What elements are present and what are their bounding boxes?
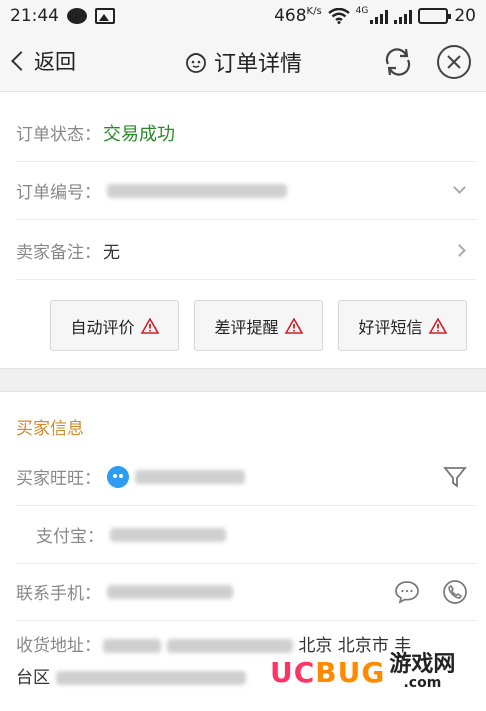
clock: 21:44 [10, 6, 59, 26]
alipay-row: 支付宝： [16, 506, 476, 564]
order-actions: 自动评价 差评提醒 好评短信 [50, 300, 467, 351]
page-title-text: 订单详情 [213, 52, 302, 77]
order-status-value: 交易成功 [103, 123, 175, 145]
site-watermark: UCBUG 游戏网 .com [270, 652, 456, 691]
phone-row: 联系手机： [16, 563, 476, 621]
filter-icon[interactable] [442, 464, 468, 490]
watermark-text: 游戏网 [389, 652, 456, 677]
address-label: 收货地址： [16, 636, 101, 656]
order-number-label: 订单编号： [16, 183, 101, 203]
buyer-section-title: 买家信息 [16, 419, 84, 439]
watermark-domain: .com [403, 675, 442, 691]
status-bar: 21:44 468K/s 4G 20 [0, 0, 486, 32]
order-number-row[interactable]: 订单编号： [16, 162, 476, 220]
address-phone-redacted [167, 639, 293, 653]
buyer-wangwang-redacted [135, 469, 245, 484]
good-review-sms-button[interactable]: 好评短信 [338, 300, 467, 351]
order-status-label: 订单状态： [16, 125, 101, 145]
wifi-icon [327, 8, 350, 24]
seller-note-value: 无 [103, 243, 120, 263]
battery-icon [418, 8, 452, 24]
order-status-row: 订单状态： 交易成功 [16, 104, 476, 162]
watermark-logo: UCBUG [270, 655, 386, 689]
chat-notification-icon [67, 8, 87, 24]
phone-label: 联系手机： [16, 584, 101, 604]
warning-icon [140, 317, 159, 334]
phone-redacted [107, 584, 233, 599]
buyer-wangwang-row: 买家旺旺： [16, 448, 476, 506]
network-type: 4G [355, 6, 369, 16]
signal-icon-1 [370, 8, 389, 24]
alipay-redacted [110, 527, 226, 542]
image-notification-icon [95, 8, 115, 24]
message-icon[interactable] [394, 579, 420, 605]
bad-review-alert-button[interactable]: 差评提醒 [194, 300, 323, 351]
wangwang-chat-icon[interactable] [107, 465, 129, 488]
refresh-icon[interactable] [380, 44, 416, 80]
header-bar: 返回 订单详情 [0, 32, 486, 92]
address-district: 台区 [16, 668, 50, 688]
buyer-wangwang-label: 买家旺旺： [16, 469, 101, 489]
seller-note-label: 卖家备注： [16, 243, 101, 263]
section-divider [0, 368, 486, 392]
service-face-icon [186, 53, 206, 73]
alipay-label: 支付宝： [36, 527, 104, 547]
address-name-redacted [103, 639, 161, 653]
battery-level: 20 [454, 6, 476, 26]
order-number-redacted [107, 183, 287, 198]
close-icon[interactable] [436, 44, 472, 80]
phone-call-icon[interactable] [442, 579, 468, 605]
chevron-right-icon [453, 244, 466, 257]
chevron-down-icon[interactable] [453, 181, 466, 194]
seller-note-row[interactable]: 卖家备注： 无 [16, 222, 476, 280]
address-street-redacted [56, 671, 246, 685]
network-speed: 468K/s [274, 6, 322, 26]
warning-icon [284, 317, 303, 334]
warning-icon [428, 317, 447, 334]
auto-review-button[interactable]: 自动评价 [50, 300, 179, 351]
signal-icon-2 [394, 8, 413, 24]
